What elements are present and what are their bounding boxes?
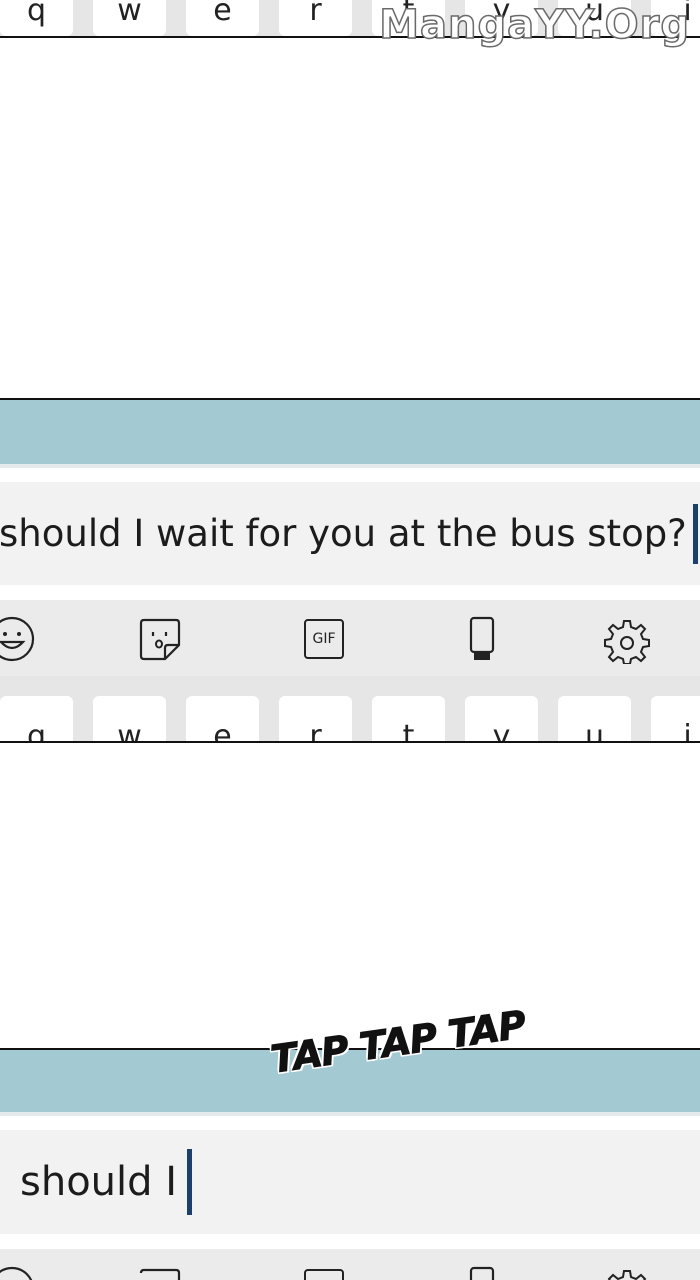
gear-icon[interactable] bbox=[604, 618, 650, 664]
key-r[interactable]: r bbox=[279, 0, 352, 36]
key-e[interactable]: e bbox=[186, 696, 259, 742]
clipboard-phone-icon[interactable] bbox=[468, 1266, 496, 1280]
clipboard-phone-icon[interactable] bbox=[468, 616, 496, 664]
text-cursor bbox=[187, 1149, 193, 1215]
message-input[interactable]: should I wait for you at the bus stop? bbox=[0, 482, 700, 585]
accent-bar bbox=[0, 400, 700, 464]
keyboard-toolbar bbox=[0, 1249, 700, 1280]
accent-bar-underline bbox=[0, 1112, 700, 1116]
message-input-text: should I wait for you at the bus stop? bbox=[0, 512, 687, 555]
sticker-icon[interactable] bbox=[137, 1267, 183, 1280]
text-cursor bbox=[692, 503, 698, 564]
panel-border bbox=[0, 741, 700, 743]
sticker-icon[interactable] bbox=[137, 617, 183, 663]
key-i[interactable]: i bbox=[651, 696, 700, 742]
message-input-text: should I bbox=[20, 1159, 178, 1205]
gif-label: GIF bbox=[312, 631, 336, 647]
emoji-icon[interactable] bbox=[0, 1265, 36, 1280]
gif-icon[interactable] bbox=[304, 1269, 344, 1280]
key-r[interactable]: r bbox=[279, 696, 352, 742]
key-q[interactable]: q bbox=[0, 0, 73, 36]
key-w[interactable]: w bbox=[93, 696, 166, 742]
accent-bar-underline bbox=[0, 464, 700, 468]
key-w[interactable]: w bbox=[93, 0, 166, 36]
keyboard-keys-row: q w e r t y u i bbox=[0, 676, 700, 742]
watermark: MangaYY.Org bbox=[378, 1, 690, 49]
message-input[interactable]: should I bbox=[0, 1130, 700, 1234]
key-t[interactable]: t bbox=[372, 696, 445, 742]
gear-icon[interactable] bbox=[604, 1268, 650, 1280]
key-q[interactable]: q bbox=[0, 696, 73, 742]
key-e[interactable]: e bbox=[186, 0, 259, 36]
key-u[interactable]: u bbox=[558, 696, 631, 742]
key-y[interactable]: y bbox=[465, 696, 538, 742]
gif-icon[interactable]: GIF bbox=[304, 619, 344, 659]
keyboard-toolbar: GIF bbox=[0, 600, 700, 676]
emoji-icon[interactable] bbox=[0, 615, 36, 663]
